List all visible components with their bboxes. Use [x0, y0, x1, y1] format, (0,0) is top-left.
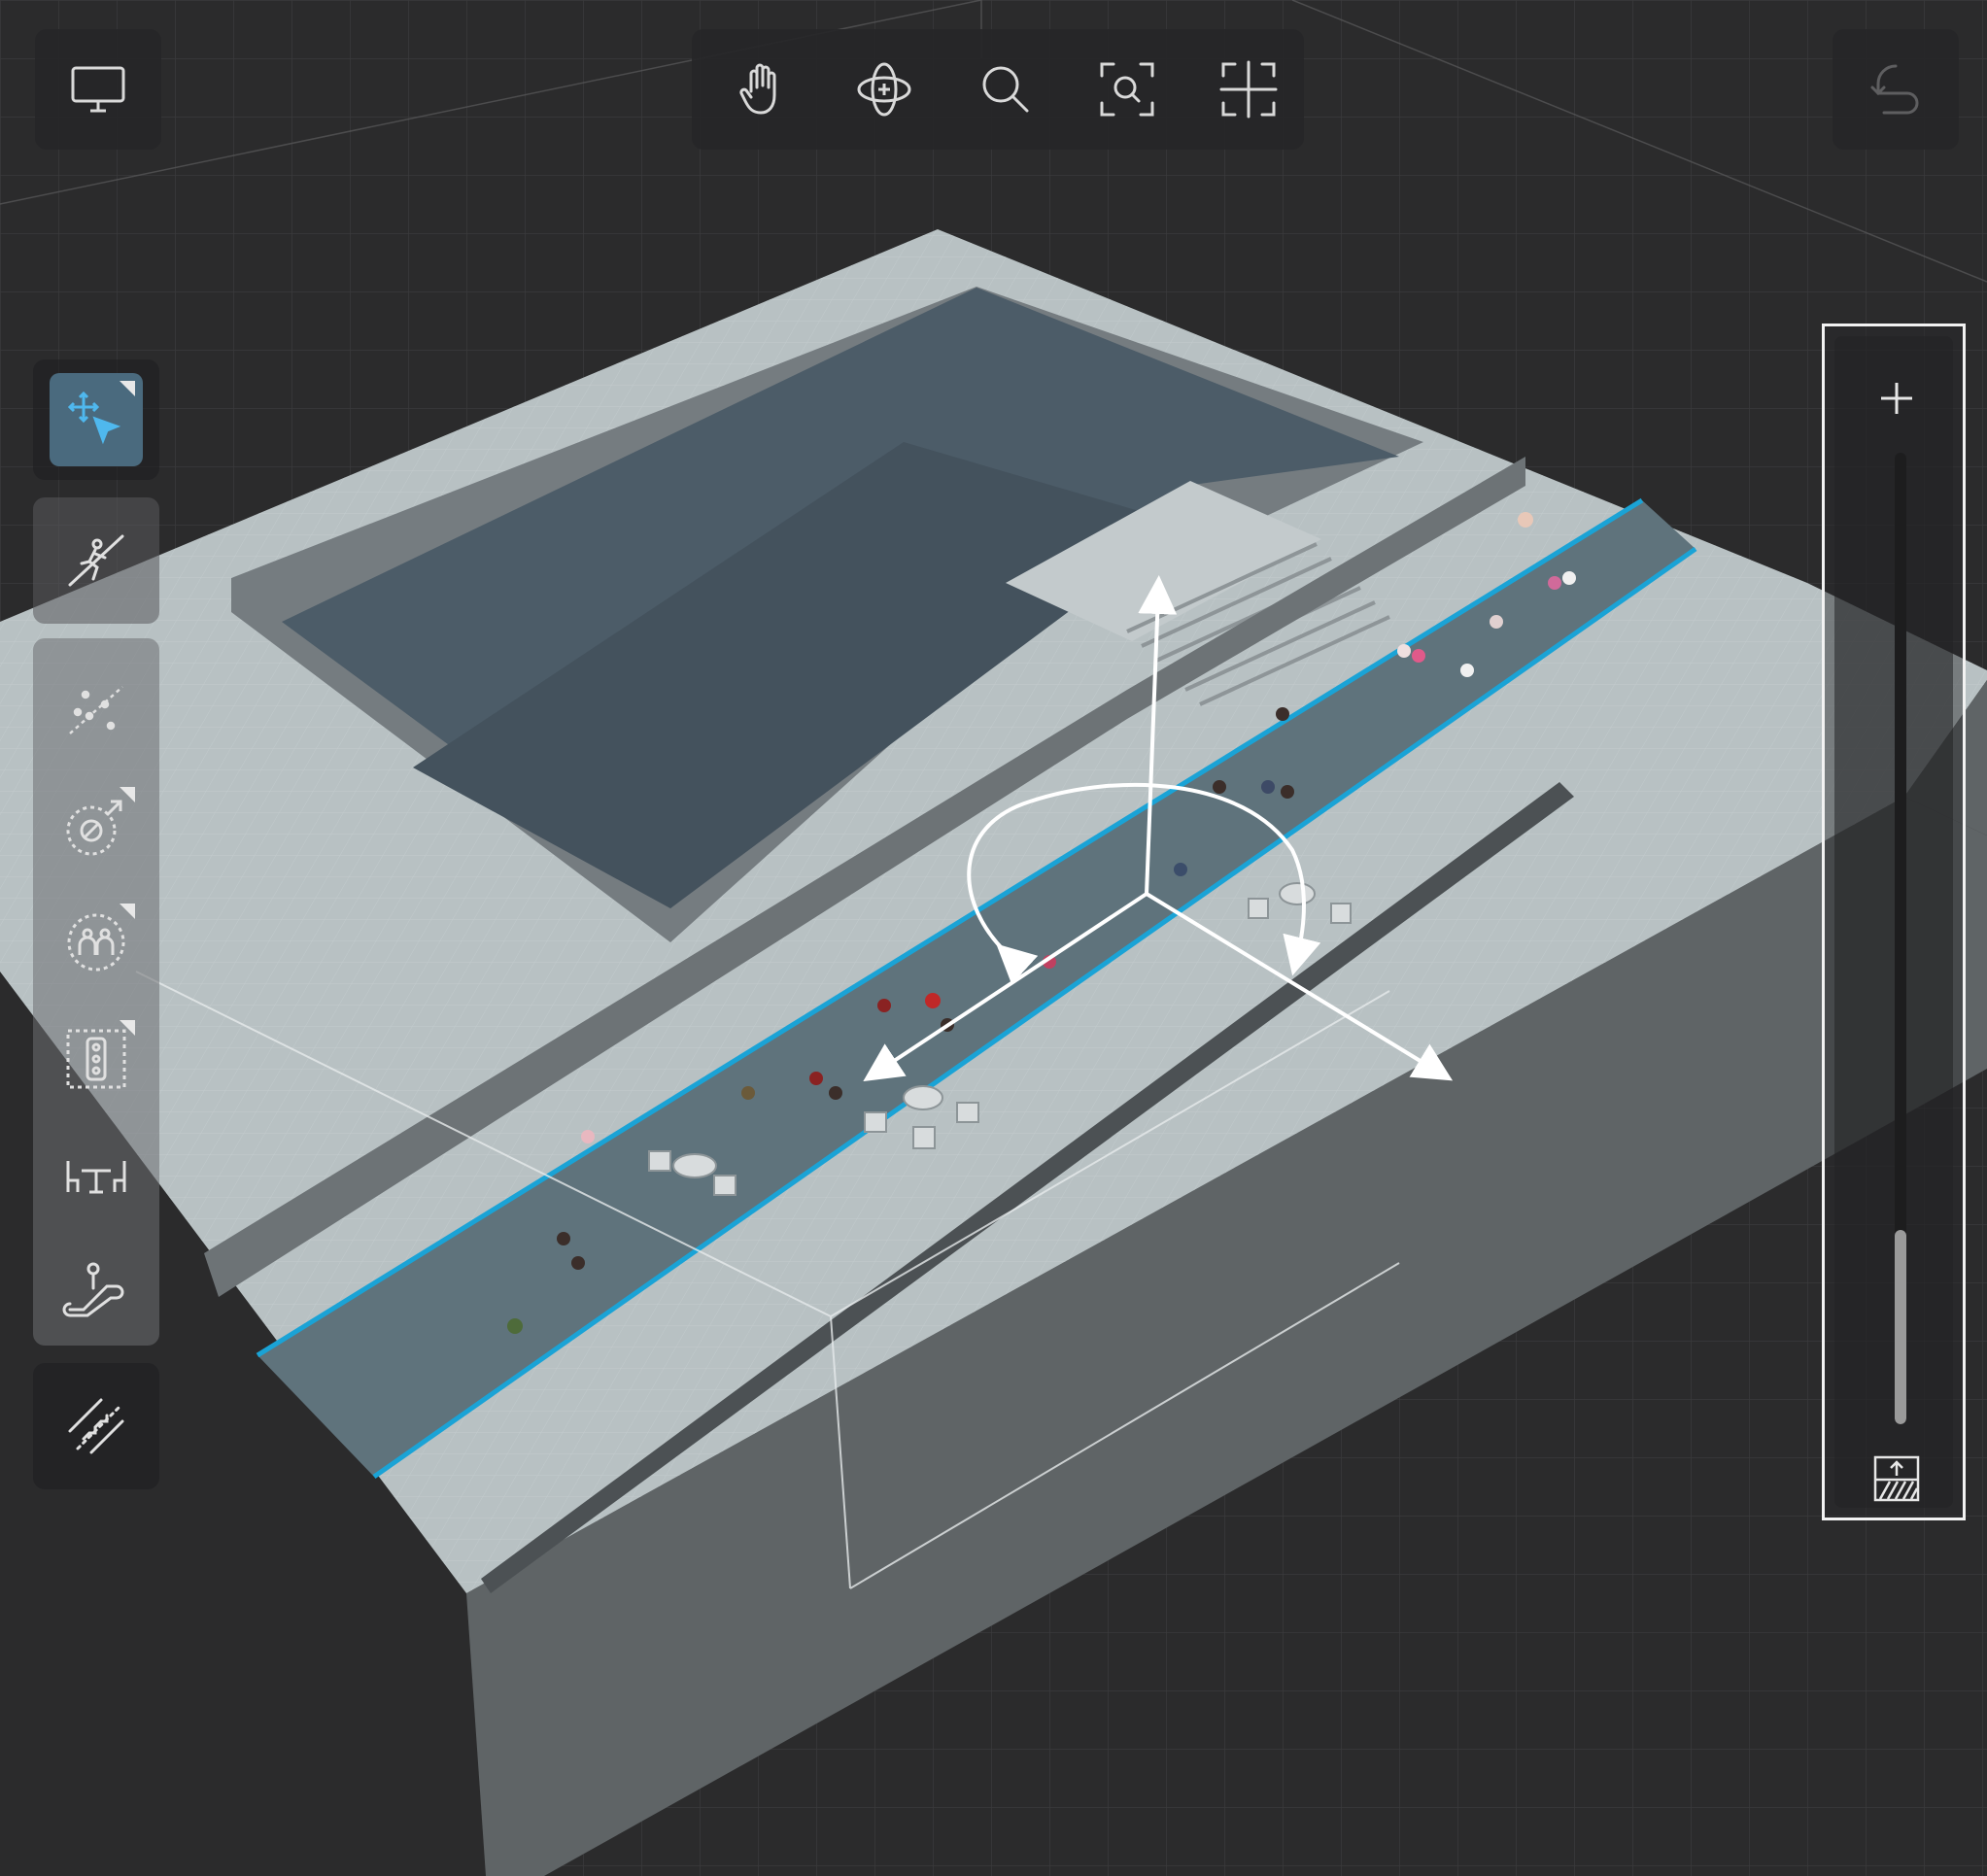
- display-button[interactable]: [51, 43, 145, 136]
- submenu-indicator: [120, 904, 135, 919]
- level-panel-body: [1834, 336, 1953, 1508]
- submenu-indicator: [120, 381, 135, 396]
- sidebar-group-select: [33, 359, 159, 480]
- walkway-icon: [68, 534, 124, 587]
- undo-panel: [1833, 29, 1959, 150]
- table-chairs-icon: [66, 1161, 126, 1194]
- hand-icon: [739, 63, 776, 115]
- level-slider[interactable]: [1895, 453, 1906, 1424]
- scatter-path-tool-button[interactable]: [50, 663, 143, 756]
- furniture-tool-button[interactable]: [50, 1129, 143, 1222]
- zoom-frame-icon: [1100, 62, 1154, 117]
- pan-tool-button[interactable]: [716, 43, 809, 136]
- orbit-tool-button[interactable]: [838, 43, 931, 136]
- submenu-indicator: [120, 787, 135, 802]
- move-select-tool-button[interactable]: [50, 373, 143, 466]
- display-panel: [35, 29, 161, 150]
- sidebar-group-measure: [33, 1363, 159, 1489]
- floor-button[interactable]: [1867, 1450, 1926, 1508]
- level-panel: [1822, 324, 1966, 1520]
- stairs-measure-tool-button[interactable]: [50, 1380, 143, 1473]
- no-entry-zone-tool-button[interactable]: [50, 779, 143, 872]
- viewport-scene[interactable]: [0, 0, 1987, 1876]
- level-slider-fill: [1895, 1230, 1906, 1424]
- view-toolbar: [692, 29, 1304, 150]
- stairs-measure-icon: [68, 1398, 124, 1454]
- sidebar-group-walk: [33, 497, 159, 624]
- monitor-icon: [71, 66, 125, 113]
- escalator-icon: [62, 1262, 124, 1317]
- walkway-tool-button[interactable]: [50, 514, 143, 607]
- traffic-signal-tool-button[interactable]: [50, 1012, 143, 1106]
- add-level-button[interactable]: [1864, 365, 1930, 431]
- undo-button[interactable]: [1849, 43, 1942, 136]
- scatter-path-icon: [69, 686, 123, 734]
- plus-icon: [1881, 383, 1912, 414]
- undo-icon: [1870, 64, 1919, 115]
- zoom-tool-button[interactable]: [959, 43, 1052, 136]
- frame-all-button[interactable]: [1202, 43, 1295, 136]
- frame-all-icon: [1219, 60, 1278, 119]
- magnifier-icon: [982, 66, 1029, 113]
- floor-up-icon: [1873, 1455, 1920, 1502]
- sidebar-group-agents: [33, 638, 159, 1346]
- zoom-to-selection-button[interactable]: [1080, 43, 1174, 136]
- orbit-icon: [857, 62, 911, 117]
- escalator-tool-button[interactable]: [50, 1243, 143, 1336]
- submenu-indicator: [120, 1020, 135, 1036]
- crowd-group-tool-button[interactable]: [50, 896, 143, 989]
